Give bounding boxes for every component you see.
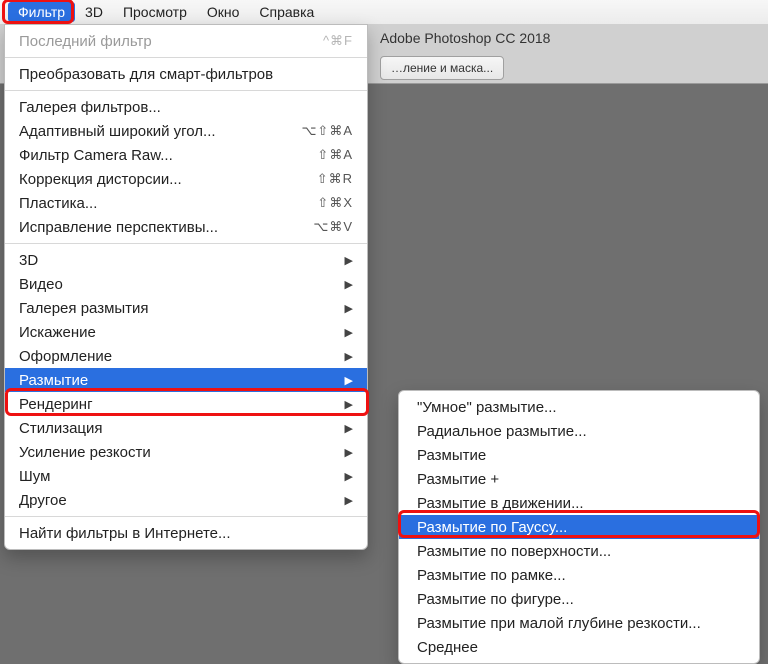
menu-item-shortcut: ^⌘F (323, 33, 353, 49)
menu-item-shortcut: ⌥⇧⌘A (301, 123, 353, 139)
filter-menu-item[interactable]: Галерея размытия ▶ (5, 296, 367, 320)
menu-item-label: Галерея размытия (19, 300, 149, 317)
menu-item-label: Другое (19, 492, 67, 509)
menu-separator (5, 243, 367, 244)
app-title: Adobe Photoshop CC 2018 (380, 30, 550, 46)
blur-submenu: "Умное" размытие... Радиальное размытие..… (398, 390, 760, 664)
menubar: Фильтр3DПросмотрОкноСправка (0, 0, 768, 24)
menu-item-label: Рендеринг (19, 396, 93, 413)
filter-menu-item[interactable]: Рендеринг ▶ (5, 392, 367, 416)
submenu-item-label: Размытие по поверхности... (417, 543, 611, 560)
menu-item-shortcut: ⌥⌘V (313, 219, 353, 235)
submenu-item-label: "Умное" размытие... (417, 399, 557, 416)
menu-item-label: Шум (19, 468, 50, 485)
menu-item-label: Галерея фильтров... (19, 99, 161, 116)
menu-separator (5, 57, 367, 58)
filter-menu-item[interactable]: 3D ▶ (5, 248, 367, 272)
menubar-item-2[interactable]: Просмотр (113, 2, 197, 22)
filter-menu-item[interactable]: Видео ▶ (5, 272, 367, 296)
menu-item-label: Размытие (19, 372, 88, 389)
select-and-mask-button[interactable]: …ление и маска... (380, 56, 504, 80)
menu-item-label: Найти фильтры в Интернете... (19, 525, 231, 542)
filter-menu-item[interactable]: Галерея фильтров... (5, 95, 367, 119)
chevron-right-icon: ▶ (345, 398, 353, 411)
filter-menu-item[interactable]: Адаптивный широкий угол... ⌥⇧⌘A (5, 119, 367, 143)
menu-item-label: 3D (19, 252, 38, 269)
blur-submenu-item[interactable]: Размытие + (399, 467, 759, 491)
submenu-item-label: Размытие в движении... (417, 495, 584, 512)
chevron-right-icon: ▶ (345, 374, 353, 387)
menu-separator (5, 90, 367, 91)
filter-menu-item[interactable]: Пластика... ⇧⌘X (5, 191, 367, 215)
chevron-right-icon: ▶ (345, 446, 353, 459)
submenu-item-label: Размытие при малой глубине резкости... (417, 615, 701, 632)
blur-submenu-item[interactable]: Размытие по фигуре... (399, 587, 759, 611)
menu-item-label: Искажение (19, 324, 96, 341)
menu-item-label: Преобразовать для смарт-фильтров (19, 66, 273, 83)
blur-submenu-item[interactable]: "Умное" размытие... (399, 395, 759, 419)
filter-menu-item[interactable]: Преобразовать для смарт-фильтров (5, 62, 367, 86)
submenu-item-label: Размытие по фигуре... (417, 591, 574, 608)
menu-item-label: Исправление перспективы... (19, 219, 218, 236)
menu-item-label: Последний фильтр (19, 33, 152, 50)
menubar-item-3[interactable]: Окно (197, 2, 250, 22)
submenu-item-label: Размытие (417, 447, 486, 464)
menu-item-label: Коррекция дисторсии... (19, 171, 182, 188)
chevron-right-icon: ▶ (345, 254, 353, 267)
filter-menu-item[interactable]: Коррекция дисторсии... ⇧⌘R (5, 167, 367, 191)
filter-dropdown: Последний фильтр ^⌘F Преобразовать для сма… (4, 24, 368, 550)
blur-submenu-item[interactable]: Размытие в движении... (399, 491, 759, 515)
blur-submenu-item[interactable]: Размытие по поверхности... (399, 539, 759, 563)
blur-submenu-item[interactable]: Размытие (399, 443, 759, 467)
menu-item-label: Видео (19, 276, 63, 293)
menu-item-shortcut: ⇧⌘R (317, 171, 353, 187)
chevron-right-icon: ▶ (345, 302, 353, 315)
menu-item-label: Фильтр Camera Raw... (19, 147, 173, 164)
chevron-right-icon: ▶ (345, 326, 353, 339)
menu-separator (5, 516, 367, 517)
filter-menu-item[interactable]: Стилизация ▶ (5, 416, 367, 440)
menu-item-label: Усиление резкости (19, 444, 151, 461)
submenu-item-label: Размытие + (417, 471, 499, 488)
menu-item-label: Стилизация (19, 420, 103, 437)
blur-submenu-item[interactable]: Размытие по Гауссу... (399, 515, 759, 539)
filter-menu-item[interactable]: Фильтр Camera Raw... ⇧⌘A (5, 143, 367, 167)
filter-menu-item[interactable]: Другое ▶ (5, 488, 367, 512)
menu-item-shortcut: ⇧⌘A (317, 147, 353, 163)
menu-item-label: Пластика... (19, 195, 97, 212)
filter-menu-item[interactable]: Шум ▶ (5, 464, 367, 488)
blur-submenu-item[interactable]: Среднее (399, 635, 759, 659)
submenu-item-label: Размытие по Гауссу... (417, 519, 567, 536)
submenu-item-label: Размытие по рамке... (417, 567, 566, 584)
menu-item-label: Адаптивный широкий угол... (19, 123, 216, 140)
menu-item-label: Оформление (19, 348, 112, 365)
filter-menu-item[interactable]: Исправление перспективы... ⌥⌘V (5, 215, 367, 239)
menubar-item-1[interactable]: 3D (75, 2, 113, 22)
menu-item-shortcut: ⇧⌘X (317, 195, 353, 211)
filter-menu-item[interactable]: Найти фильтры в Интернете... (5, 521, 367, 545)
blur-submenu-item[interactable]: Радиальное размытие... (399, 419, 759, 443)
chevron-right-icon: ▶ (345, 350, 353, 363)
filter-menu-item[interactable]: Оформление ▶ (5, 344, 367, 368)
menubar-item-0[interactable]: Фильтр (8, 2, 75, 22)
chevron-right-icon: ▶ (345, 278, 353, 291)
filter-menu-item[interactable]: Искажение ▶ (5, 320, 367, 344)
blur-submenu-item[interactable]: Размытие при малой глубине резкости... (399, 611, 759, 635)
filter-menu-item: Последний фильтр ^⌘F (5, 29, 367, 53)
chevron-right-icon: ▶ (345, 422, 353, 435)
chevron-right-icon: ▶ (345, 470, 353, 483)
filter-menu-item[interactable]: Усиление резкости ▶ (5, 440, 367, 464)
filter-menu-item[interactable]: Размытие ▶ (5, 368, 367, 392)
blur-submenu-item[interactable]: Размытие по рамке... (399, 563, 759, 587)
chevron-right-icon: ▶ (345, 494, 353, 507)
submenu-item-label: Радиальное размытие... (417, 423, 587, 440)
menubar-item-4[interactable]: Справка (249, 2, 324, 22)
